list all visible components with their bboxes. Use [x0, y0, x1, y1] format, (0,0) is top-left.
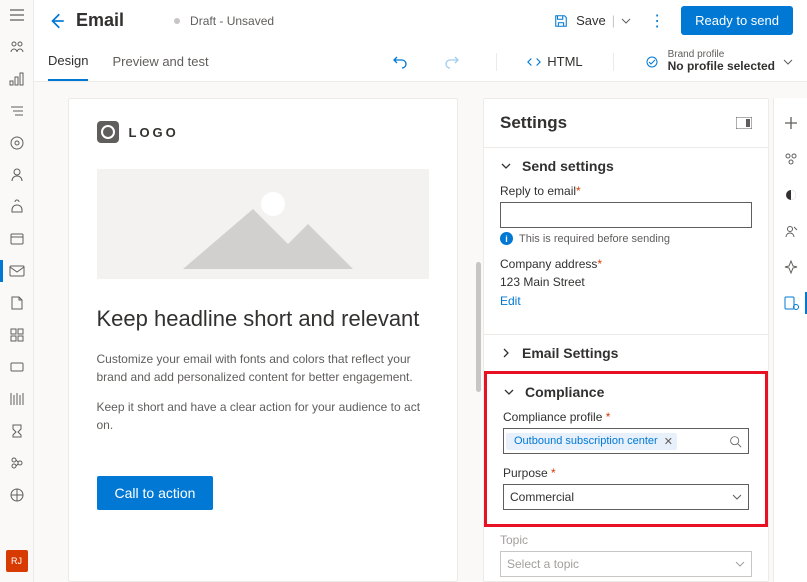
redo-icon[interactable]: [438, 54, 466, 70]
sections-icon[interactable]: [782, 150, 800, 168]
chevron-down-icon: [735, 559, 745, 569]
reply-required-info: This is required before sending: [519, 233, 670, 245]
nav-icon-10[interactable]: [8, 326, 26, 344]
reply-to-label: Reply to email*: [500, 184, 752, 198]
nav-email-icon[interactable]: [8, 262, 26, 280]
nav-icon-13[interactable]: [8, 422, 26, 440]
theme-icon[interactable]: [782, 186, 800, 204]
chevron-down-icon[interactable]: [621, 16, 631, 26]
purpose-label: Purpose *: [503, 466, 749, 480]
save-dropdown-divider: |: [612, 13, 615, 28]
nav-icon-14[interactable]: [8, 454, 26, 472]
tab-bar: Design Preview and test HTML Brand profi…: [34, 42, 807, 82]
compliance-profile-lookup[interactable]: Outbound subscription center ✕: [503, 428, 749, 454]
save-label: Save: [576, 13, 606, 28]
reply-to-input[interactable]: [500, 202, 752, 228]
gear-check-icon: [644, 54, 660, 70]
compliance-profile-label: Compliance profile *: [503, 410, 749, 424]
info-icon: i: [500, 232, 513, 245]
settings-rail-icon[interactable]: [782, 294, 800, 312]
chevron-down-icon: [503, 386, 515, 398]
settings-title: Settings: [500, 113, 736, 133]
edit-company-link[interactable]: Edit: [500, 294, 521, 308]
draft-status-text: Draft - Unsaved: [190, 14, 274, 28]
undo-icon[interactable]: [386, 54, 414, 70]
nav-icon-12[interactable]: [8, 390, 26, 408]
topic-select[interactable]: Select a topic: [500, 551, 752, 577]
cta-button[interactable]: Call to action: [97, 476, 214, 510]
save-button[interactable]: Save |: [554, 13, 633, 28]
image-placeholder[interactable]: [97, 169, 429, 279]
brand-profile-selector[interactable]: Brand profile No profile selected: [644, 49, 793, 73]
page-title: Email: [76, 10, 124, 31]
logo-text[interactable]: LOGO: [129, 125, 179, 140]
chevron-right-icon: [500, 347, 512, 359]
nav-icon-2[interactable]: [8, 70, 26, 88]
logo-placeholder-icon[interactable]: [97, 121, 119, 143]
personalization-icon[interactable]: [782, 222, 800, 240]
compliance-section: Compliance Compliance profile * Outbound…: [484, 371, 768, 527]
lookup-search-icon[interactable]: [729, 435, 742, 448]
chevron-down-icon: [783, 57, 793, 67]
nav-icon-6[interactable]: [8, 198, 26, 216]
email-settings-section: Email Settings: [484, 334, 768, 371]
nav-icon-7[interactable]: [8, 230, 26, 248]
save-icon: [554, 14, 568, 28]
body-text-1[interactable]: Customize your email with fonts and colo…: [97, 350, 429, 386]
company-address-label: Company address*: [500, 257, 752, 271]
topic-section: Topic Select a topic: [484, 527, 768, 582]
body-text-2[interactable]: Keep it short and have a clear action fo…: [97, 398, 429, 434]
email-canvas[interactable]: LOGO Keep headline short and relevant Cu…: [68, 98, 458, 582]
hamburger-icon[interactable]: [8, 6, 26, 24]
chip-remove-icon[interactable]: ✕: [664, 435, 673, 448]
nav-icon-5[interactable]: [8, 166, 26, 184]
tab-preview[interactable]: Preview and test: [112, 42, 208, 81]
topic-label: Topic: [500, 533, 752, 547]
compliance-profile-chip[interactable]: Outbound subscription center ✕: [506, 433, 677, 450]
global-nav-rail: RJ: [0, 0, 34, 582]
nav-icon-1[interactable]: [8, 38, 26, 56]
purpose-select[interactable]: Commercial: [503, 484, 749, 510]
nav-icon-15[interactable]: [8, 486, 26, 504]
settings-panel: Settings Send settings Reply to email*: [483, 98, 769, 582]
canvas-scrollbar[interactable]: [476, 262, 481, 392]
html-label: HTML: [547, 54, 582, 69]
user-avatar[interactable]: RJ: [6, 550, 28, 572]
nav-icon-9[interactable]: [8, 294, 26, 312]
code-icon: [527, 55, 541, 69]
more-button[interactable]: ⋮: [643, 11, 671, 31]
chevron-down-icon: [732, 492, 742, 502]
headline-text[interactable]: Keep headline short and relevant: [97, 305, 429, 334]
nav-icon-4[interactable]: [8, 134, 26, 152]
tab-design[interactable]: Design: [48, 42, 88, 81]
nav-icon-3[interactable]: [8, 102, 26, 120]
send-settings-section: Send settings Reply to email* i This is …: [484, 147, 768, 334]
add-element-icon[interactable]: [782, 114, 800, 132]
accessibility-icon[interactable]: [782, 258, 800, 276]
email-settings-header[interactable]: Email Settings: [500, 345, 752, 361]
compliance-header[interactable]: Compliance: [503, 384, 749, 400]
html-toggle[interactable]: HTML: [527, 54, 582, 69]
company-address-value: 123 Main Street: [500, 275, 752, 289]
right-rail: [773, 98, 807, 582]
ready-to-send-button[interactable]: Ready to send: [681, 6, 793, 35]
brand-profile-value: No profile selected: [668, 60, 775, 73]
draft-status-dot: [174, 18, 180, 24]
chevron-down-icon: [500, 160, 512, 172]
panel-layout-icon[interactable]: [736, 117, 752, 129]
back-arrow-icon[interactable]: [48, 12, 66, 30]
nav-icon-11[interactable]: [8, 358, 26, 376]
send-settings-header[interactable]: Send settings: [500, 158, 752, 174]
top-bar: Email Draft - Unsaved Save | ⋮ Ready to …: [34, 0, 807, 42]
